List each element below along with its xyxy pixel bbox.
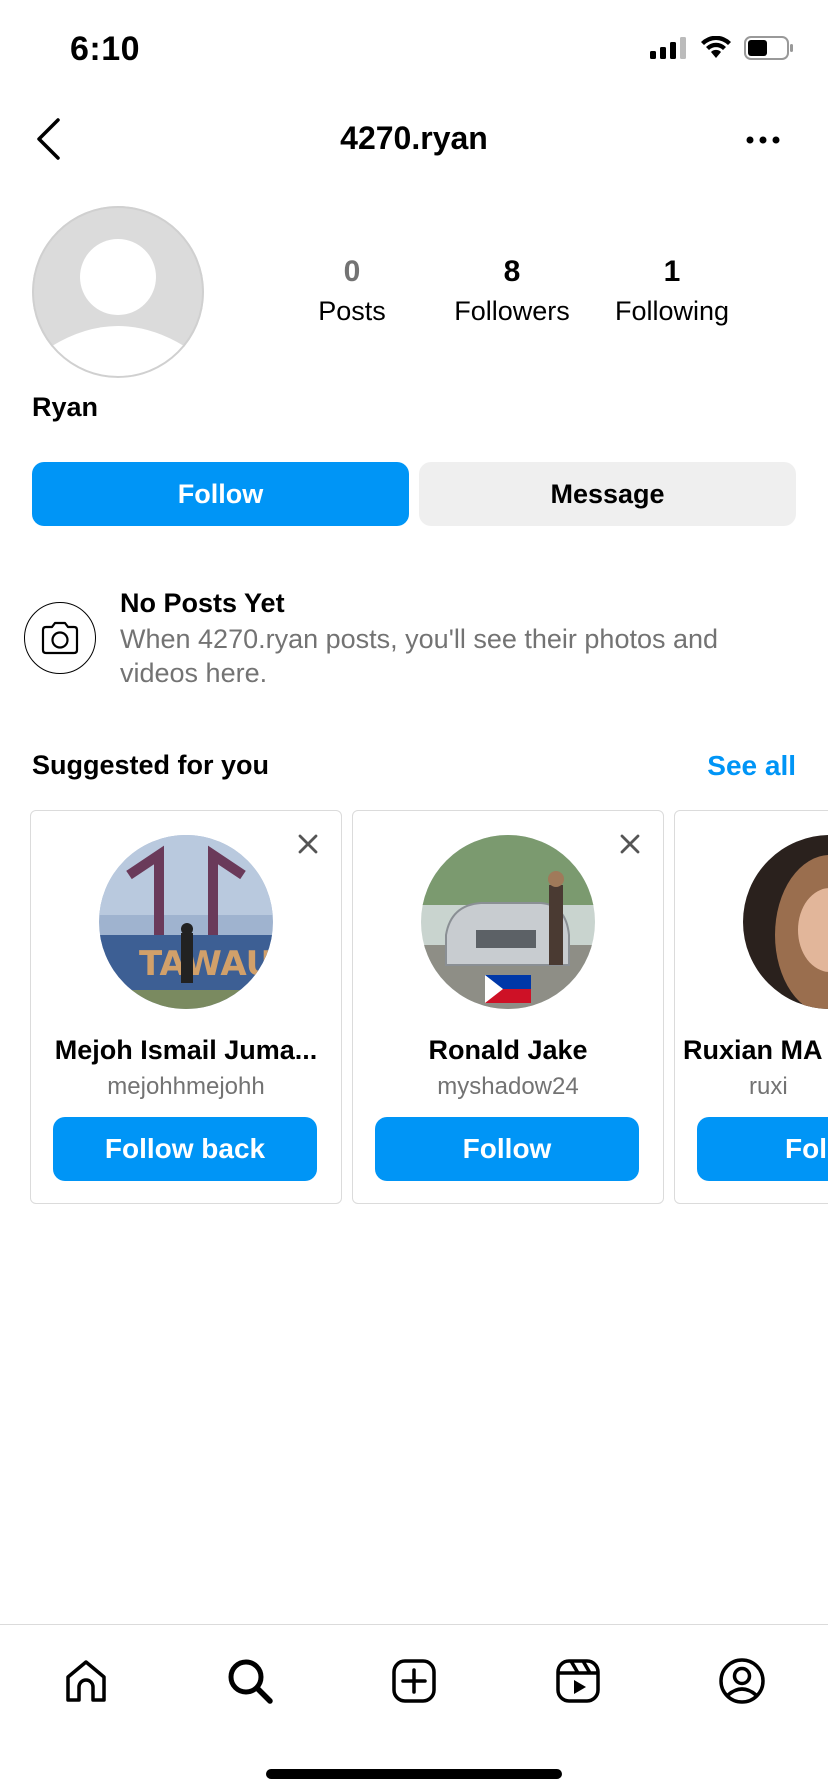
dismiss-suggestion-button[interactable] — [293, 829, 323, 859]
nav-profile[interactable] — [712, 1651, 772, 1711]
search-icon — [228, 1659, 273, 1704]
profile-actions: Follow Message — [32, 462, 796, 526]
nav-home[interactable] — [56, 1651, 116, 1711]
follow-suggestion-button[interactable]: Fol — [697, 1117, 828, 1181]
profile-header: 4270.ryan — [0, 100, 828, 180]
user-photo — [421, 835, 595, 1009]
user-photo — [743, 835, 828, 1009]
close-icon — [620, 834, 640, 854]
bottom-nav — [0, 1624, 828, 1792]
suggested-card: Ruxian MA ruxi Fol — [674, 810, 828, 1204]
profile-name: Ryan — [32, 392, 99, 422]
suggested-name: Ronald Jake — [428, 1035, 588, 1065]
stat-following[interactable]: 1 Following — [592, 252, 752, 330]
no-posts-title: No Posts Yet — [120, 588, 285, 618]
camera-icon — [41, 621, 79, 655]
suggested-name: Ruxian MA — [683, 1035, 823, 1065]
stat-posts[interactable]: 0 Posts — [272, 252, 432, 330]
nav-search[interactable] — [220, 1651, 280, 1711]
stat-following-label: Following — [614, 296, 730, 326]
create-icon — [392, 1659, 436, 1703]
profile-stats: 0 Posts 8 Followers 1 Following — [300, 252, 780, 332]
nav-create[interactable] — [384, 1651, 444, 1711]
more-options-button[interactable] — [738, 122, 788, 158]
nav-reels[interactable] — [548, 1651, 608, 1711]
status-time: 6:10 — [70, 30, 141, 68]
suggested-title: Suggested for you — [32, 750, 270, 780]
suggested-handle: ruxi — [749, 1073, 788, 1100]
suggested-handle: mejohhmejohh — [107, 1073, 265, 1100]
suggested-avatar[interactable] — [421, 835, 595, 1009]
stat-followers-count: 8 — [503, 255, 521, 288]
stat-posts-count: 0 — [343, 255, 361, 288]
stat-followers[interactable]: 8 Followers — [432, 252, 592, 330]
user-photo: TAWAU — [99, 835, 273, 1009]
message-button[interactable]: Message — [419, 462, 796, 526]
suggested-avatar[interactable] — [743, 835, 828, 1009]
stat-posts-label: Posts — [318, 296, 386, 326]
suggested-card: TAWAU Mejoh Ismail Juma... mejohhmejohh … — [30, 810, 342, 1204]
follow-back-button[interactable]: Follow back — [53, 1117, 317, 1181]
close-icon — [298, 834, 318, 854]
profile-avatar[interactable] — [32, 206, 204, 378]
camera-icon-circle — [24, 602, 96, 674]
default-avatar-icon — [32, 206, 204, 378]
battery-icon — [744, 36, 793, 60]
follow-suggestion-button[interactable]: Follow — [375, 1117, 639, 1181]
suggested-card: Ronald Jake myshadow24 Follow — [352, 810, 664, 1204]
suggested-cards[interactable]: TAWAU Mejoh Ismail Juma... mejohhmejohh … — [30, 810, 828, 1204]
cellular-signal-icon — [650, 37, 686, 59]
home-indicator[interactable] — [266, 1769, 562, 1779]
more-horizontal-icon — [746, 136, 780, 144]
reels-icon — [556, 1659, 600, 1703]
wifi-icon — [701, 36, 731, 58]
suggested-avatar[interactable]: TAWAU — [99, 835, 273, 1009]
stat-following-count: 1 — [663, 255, 681, 288]
profile-icon — [719, 1658, 765, 1704]
no-posts-text: When 4270.ryan posts, you'll see their p… — [120, 624, 719, 688]
dismiss-suggestion-button[interactable] — [615, 829, 645, 859]
status-bar: 6:10 — [0, 0, 828, 100]
suggested-handle: myshadow24 — [437, 1073, 579, 1100]
see-all-link[interactable]: See all — [707, 750, 796, 782]
stat-followers-label: Followers — [454, 296, 570, 326]
home-icon — [66, 1660, 106, 1702]
page-title: 4270.ryan — [340, 120, 488, 156]
follow-button[interactable]: Follow — [32, 462, 409, 526]
svg-text:TAWAU: TAWAU — [139, 944, 273, 984]
status-icons — [650, 36, 794, 60]
suggested-header: Suggested for you See all — [32, 750, 796, 790]
suggested-name: Mejoh Ismail Juma... — [54, 1035, 318, 1065]
